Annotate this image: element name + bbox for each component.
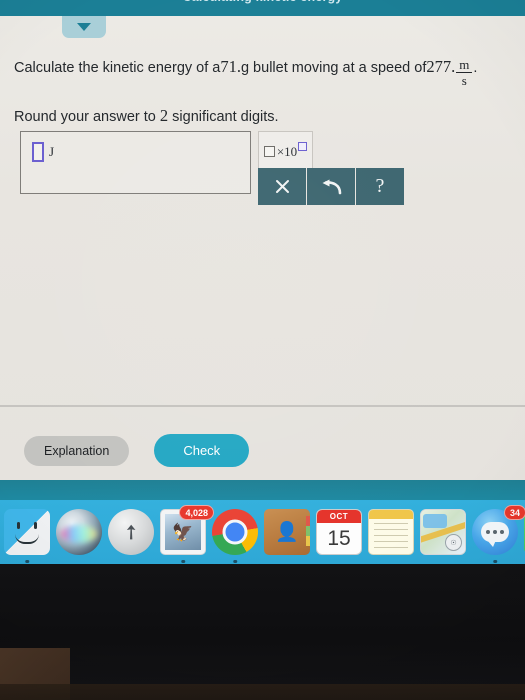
answer-content: J <box>32 142 54 162</box>
help-button[interactable]: ? <box>356 168 404 205</box>
screen-bezel <box>0 564 525 700</box>
answer-input-box[interactable]: J <box>20 131 251 194</box>
answer-unit-label: J <box>49 144 55 159</box>
compass-icon: ☉ <box>445 534 462 551</box>
question-line1-end: . <box>473 60 478 76</box>
math-tool-palette: ×10 ? <box>258 131 405 205</box>
content-separator <box>0 405 525 407</box>
running-indicator <box>493 559 497 563</box>
undo-arrow-icon <box>322 179 342 194</box>
clear-button[interactable] <box>258 168 306 205</box>
exponent-slot-icon <box>298 142 308 151</box>
question-text: Calculate the kinetic energy of a 71. g … <box>14 57 514 126</box>
sci-notation-label: ×10 <box>276 144 298 159</box>
contacts-book-icon: 👤 <box>264 509 310 555</box>
question-mark-icon: ? <box>375 175 385 197</box>
palette-button-row: ? <box>258 168 405 205</box>
finder-icon <box>4 509 50 555</box>
dock-item-calendar[interactable]: OCT 15 <box>316 509 362 555</box>
dock-item-launchpad[interactable]: ➚ <box>108 509 154 555</box>
app-header-title: Calculating kinetic energy <box>0 0 525 4</box>
close-x-icon <box>275 180 289 193</box>
dock-item-mail[interactable]: 🦅 4,028 <box>160 505 214 563</box>
question-line2-part1: Round your answer to <box>14 109 160 125</box>
maps-icon: ☉ <box>420 509 466 555</box>
sig-digits-value: 2 <box>159 106 169 125</box>
question-line2-part2: significant digits. <box>172 109 279 125</box>
sci-notation-content: ×10 <box>263 142 308 159</box>
app-header: Calculating kinetic energy <box>0 0 525 16</box>
mail-unread-badge: 4,028 <box>179 505 214 520</box>
running-indicator <box>181 559 185 563</box>
running-indicator <box>233 559 237 563</box>
launchpad-rocket-icon: ➚ <box>108 509 154 555</box>
siri-icon <box>56 509 102 555</box>
explanation-button[interactable]: Explanation <box>24 435 130 466</box>
question-line1-part2: g bullet moving at a speed of <box>240 60 427 76</box>
unit-numerator: m <box>459 57 470 72</box>
speed-value: 277. <box>426 57 456 76</box>
dock-item-contacts[interactable]: 👤 <box>264 509 310 555</box>
undo-button[interactable] <box>307 168 355 205</box>
dock-item-siri[interactable] <box>56 509 102 555</box>
calendar-day: 15 <box>327 526 351 550</box>
action-bar: Explanation Check <box>24 434 250 467</box>
notes-icon <box>368 509 414 555</box>
check-button[interactable]: Check <box>154 434 250 467</box>
triangle-down-icon <box>77 23 91 31</box>
desk-surface-bottom <box>0 684 525 700</box>
collapse-panel-tab[interactable] <box>62 16 106 38</box>
scientific-notation-button[interactable]: ×10 <box>258 131 313 168</box>
mass-value: 71. <box>220 57 241 76</box>
mantissa-slot-icon <box>263 146 275 157</box>
speed-unit-fraction: m s <box>456 57 473 88</box>
running-indicator <box>25 559 29 563</box>
answer-input-slot[interactable] <box>32 142 44 162</box>
dock-item-maps[interactable]: ☉ <box>420 509 466 555</box>
dock-item-chrome[interactable] <box>212 509 258 563</box>
chrome-icon <box>212 509 258 555</box>
unit-denominator: s <box>461 73 467 88</box>
calendar-month: OCT <box>317 510 361 523</box>
dock-item-notes[interactable] <box>368 509 414 555</box>
macos-dock: ➚ 🦅 4,028 👤 OCT 15 ☉ 34 <box>0 500 525 564</box>
screenshot-root: Calculating kinetic energy Calculate the… <box>0 0 525 700</box>
messages-unread-badge: 34 <box>503 505 525 520</box>
dock-item-messages[interactable]: 34 <box>472 505 525 563</box>
dock-item-finder[interactable] <box>4 509 50 563</box>
calendar-icon: OCT 15 <box>316 509 362 555</box>
question-line1-part1: Calculate the kinetic energy of a <box>14 60 221 76</box>
